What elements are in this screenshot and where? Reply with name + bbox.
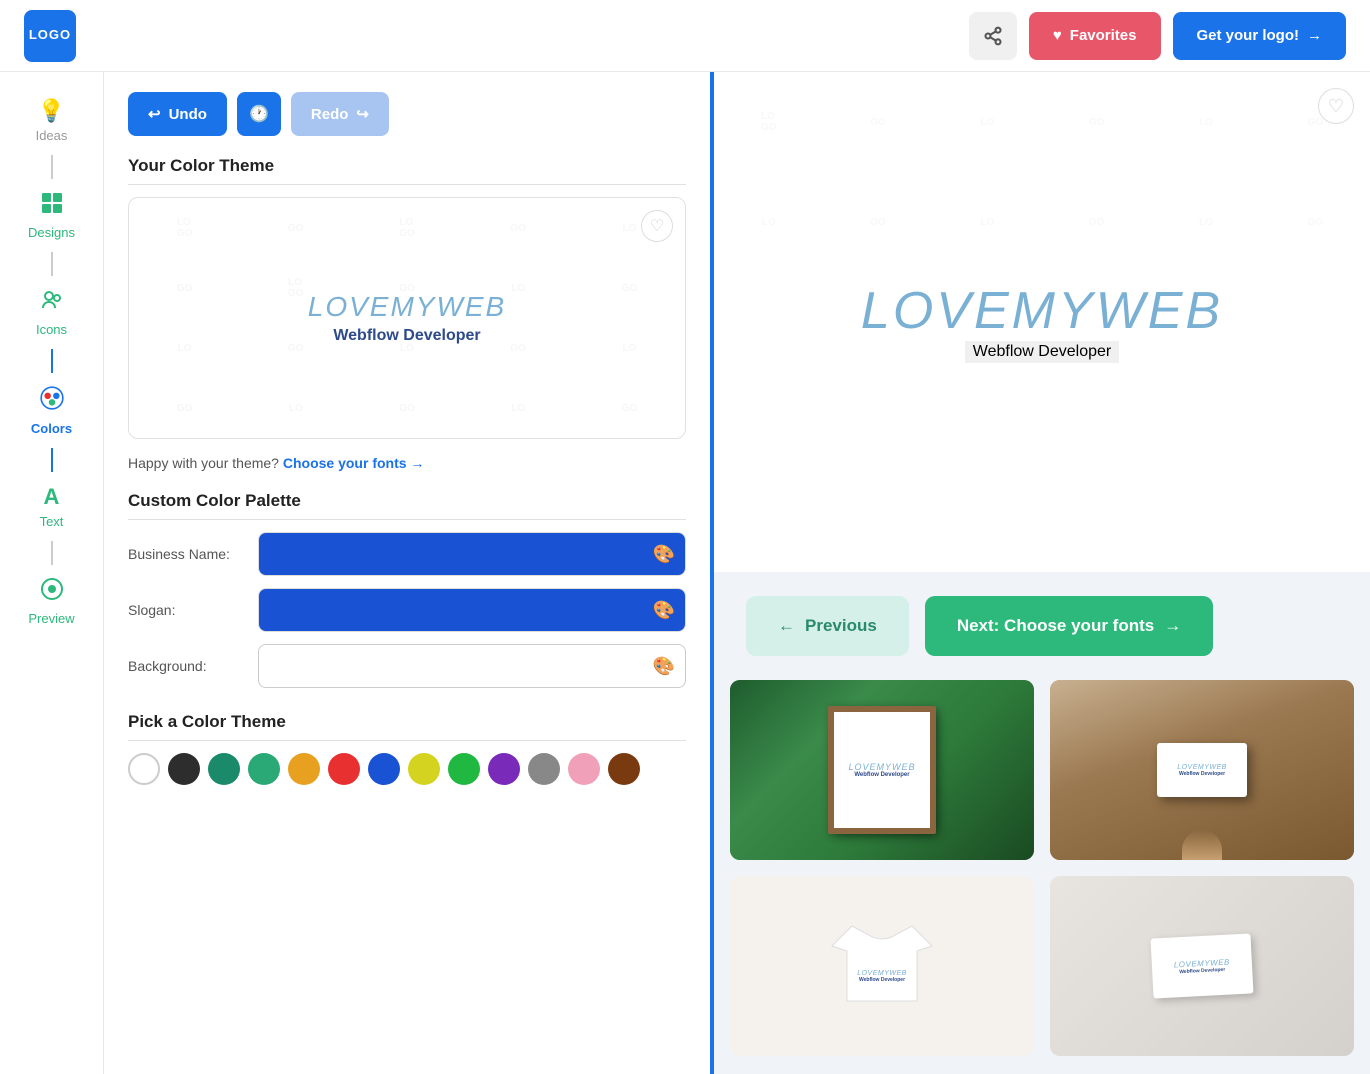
- mockup-grid: LOVEMYWEB Webflow Developer LOVEMYWEB: [714, 680, 1370, 1072]
- next-button[interactable]: Next: Choose your fonts →: [925, 596, 1213, 656]
- mockup-card-hand: LOVEMYWEB Webflow Developer: [1050, 680, 1354, 860]
- heart-icon: ♥: [1053, 27, 1062, 44]
- swatch-teal[interactable]: [208, 753, 240, 785]
- color-picker-icon: 🎨: [653, 656, 675, 677]
- connector-3: [51, 349, 53, 373]
- preview-logo-name: LOVEMYWEB: [861, 281, 1223, 341]
- sidebar-item-label: Ideas: [36, 128, 68, 143]
- header-right: ♥ Favorites Get your logo! →: [969, 12, 1346, 60]
- undo-icon: ↩: [148, 105, 161, 123]
- choose-fonts-link[interactable]: Choose your fonts →: [283, 455, 425, 471]
- sidebar-item-designs[interactable]: Designs: [0, 181, 103, 250]
- swatch-dark[interactable]: [168, 753, 200, 785]
- favorites-button[interactable]: ♥ Favorites: [1029, 12, 1161, 60]
- preview-logo-tagline: Webflow Developer: [965, 341, 1119, 363]
- color-picker-icon: 🎨: [653, 600, 675, 621]
- preview-tagline-area: Webflow Developer: [861, 341, 1223, 363]
- preview-top: LOGO GO LO GO LO GO LO GO LO GO LO GO LO…: [714, 72, 1370, 572]
- mockup-card-table: LOVEMYWEB Webflow Developer: [1050, 876, 1354, 1056]
- sidebar-item-label: Preview: [28, 611, 74, 626]
- color-picker-icon: 🎨: [653, 544, 675, 565]
- sidebar-item-label: Designs: [28, 225, 75, 240]
- color-theme-title: Your Color Theme: [128, 156, 686, 185]
- arrow-right-icon: →: [1307, 27, 1322, 44]
- ideas-icon: 💡: [38, 98, 65, 124]
- get-logo-button[interactable]: Get your logo! →: [1173, 12, 1347, 60]
- text-icon: A: [44, 484, 60, 510]
- designs-icon: [40, 191, 64, 221]
- connector-1: [51, 155, 53, 179]
- theme-card: LOGOGOLOGOGOLO GOLOGOGOLOGO LOGOLOGOLO G…: [128, 197, 686, 439]
- connector-5: [51, 541, 53, 565]
- swatch-purple[interactable]: [488, 753, 520, 785]
- slogan-color-picker[interactable]: 🎨: [258, 588, 686, 632]
- background-label: Background:: [128, 658, 258, 674]
- editor-panel: ↩ Undo 🕐 Redo ↪ Your Color Theme LOGOGOL…: [104, 72, 714, 1074]
- background-row: Background: 🎨: [128, 644, 686, 688]
- swatch-bright-green[interactable]: [448, 753, 480, 785]
- main-layout: 💡 Ideas Designs Icons Colors A Tex: [0, 72, 1370, 1074]
- mockup-card-frame: LOVEMYWEB Webflow Developer: [730, 680, 1034, 860]
- preview-icon: [40, 577, 64, 607]
- pick-color-theme-title: Pick a Color Theme: [128, 712, 686, 741]
- preview-heart-button[interactable]: ♡: [1318, 88, 1354, 124]
- swatch-brown[interactable]: [608, 753, 640, 785]
- color-swatches: [128, 753, 686, 785]
- arrow-right-icon: →: [1164, 616, 1181, 636]
- redo-button[interactable]: Redo ↪: [291, 92, 389, 136]
- custom-palette-section: Custom Color Palette Business Name: 🎨 Sl…: [128, 491, 686, 688]
- previous-button[interactable]: ← Previous: [746, 596, 909, 656]
- arrow-left-icon: ←: [778, 616, 795, 636]
- connector-2: [51, 252, 53, 276]
- preview-panel: LOGO GO LO GO LO GO LO GO LO GO LO GO LO…: [714, 72, 1370, 1074]
- share-button[interactable]: [969, 12, 1017, 60]
- business-name-label: Business Name:: [128, 546, 258, 562]
- sidebar-item-icons[interactable]: Icons: [0, 278, 103, 347]
- redo-icon: ↪: [356, 105, 369, 123]
- swatch-red[interactable]: [328, 753, 360, 785]
- sidebar-item-label: Colors: [31, 421, 72, 436]
- swatch-white[interactable]: [128, 753, 160, 785]
- logo-mark: LOGO: [24, 10, 76, 62]
- sidebar-item-colors[interactable]: Colors: [0, 375, 103, 446]
- sidebar-item-text[interactable]: A Text: [0, 474, 103, 539]
- sidebar-item-label: Icons: [36, 322, 67, 337]
- swatch-blue[interactable]: [368, 753, 400, 785]
- slogan-label: Slogan:: [128, 602, 258, 618]
- history-icon: 🕐: [249, 104, 269, 124]
- toolbar: ↩ Undo 🕐 Redo ↪: [128, 92, 686, 136]
- theme-logo-area: LOVEMYWEB Webflow Developer: [308, 291, 506, 345]
- undo-button[interactable]: ↩ Undo: [128, 92, 227, 136]
- header: LOGO ♥ Favorites Get your logo! →: [0, 0, 1370, 72]
- business-name-row: Business Name: 🎨: [128, 532, 686, 576]
- theme-prompt: Happy with your theme? Choose your fonts…: [128, 455, 686, 471]
- theme-card-inner: LOGOGOLOGOGOLO GOLOGOGOLOGO LOGOLOGOLO G…: [129, 198, 685, 438]
- custom-palette-title: Custom Color Palette: [128, 491, 686, 520]
- business-name-color-picker[interactable]: 🎨: [258, 532, 686, 576]
- theme-logo-tagline: Webflow Developer: [308, 327, 506, 345]
- theme-heart-button[interactable]: ♡: [641, 210, 673, 242]
- sidebar-item-preview[interactable]: Preview: [0, 567, 103, 636]
- mockup-card-tshirt: LOVEMYWEB Webflow Developer: [730, 876, 1034, 1056]
- slogan-row: Slogan: 🎨: [128, 588, 686, 632]
- swatch-yellow[interactable]: [408, 753, 440, 785]
- pick-color-theme-section: Pick a Color Theme: [128, 712, 686, 785]
- theme-logo-name: LOVEMYWEB: [308, 291, 506, 323]
- swatch-gray[interactable]: [528, 753, 560, 785]
- swatch-pink[interactable]: [568, 753, 600, 785]
- swatch-orange[interactable]: [288, 753, 320, 785]
- colors-icon: [39, 385, 65, 417]
- sidebar-item-ideas[interactable]: 💡 Ideas: [0, 88, 103, 153]
- swatch-green[interactable]: [248, 753, 280, 785]
- icons-icon: [40, 288, 64, 318]
- preview-logo-center: LOVEMYWEB Webflow Developer: [861, 281, 1223, 363]
- preview-nav: ← Previous Next: Choose your fonts →: [714, 572, 1370, 680]
- history-button[interactable]: 🕐: [237, 92, 281, 136]
- sidebar-item-label: Text: [40, 514, 64, 529]
- background-color-picker[interactable]: 🎨: [258, 644, 686, 688]
- sidebar: 💡 Ideas Designs Icons Colors A Tex: [0, 72, 104, 1074]
- connector-4: [51, 448, 53, 472]
